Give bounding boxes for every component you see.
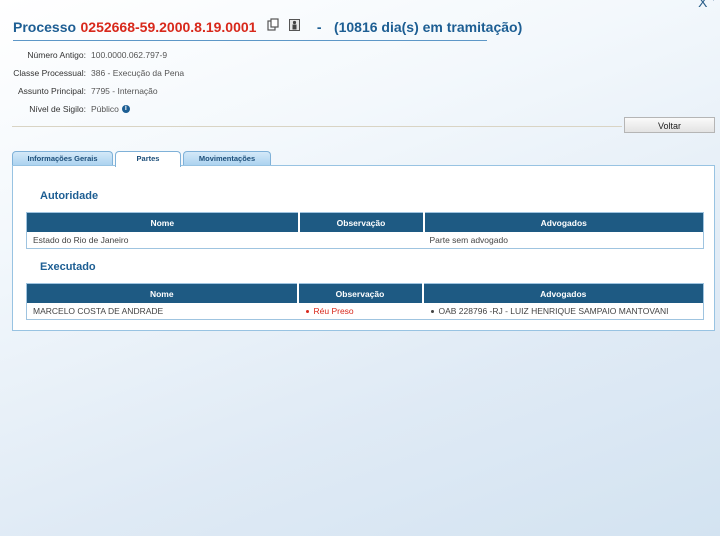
bullet-icon xyxy=(305,310,309,314)
close-extra-glyph: + xyxy=(711,0,716,3)
info-row-sigilo: Nível de Sigilo: Público i xyxy=(0,100,184,118)
tab-movimentacoes[interactable]: Movimentações xyxy=(183,151,271,166)
info-label: Assunto Principal: xyxy=(17,86,86,96)
advogado-text: OAB 228796 -RJ - LUIZ HENRIQUE SAMPAIO M… xyxy=(438,306,669,316)
process-number: 0252668-59.2000.8.19.0001 xyxy=(80,19,257,35)
title-separator: - xyxy=(316,19,322,35)
close-glyph[interactable]: X xyxy=(698,0,707,10)
close-icon[interactable]: X + xyxy=(698,0,716,10)
observacao-text: Réu Preso xyxy=(313,306,354,316)
divider xyxy=(12,126,622,127)
tab-informacoes-gerais[interactable]: Informações Gerais xyxy=(12,151,113,166)
info-label: Número Antigo: xyxy=(27,50,86,60)
info-row-numero-antigo: Número Antigo: 100.0000.062.797-9 xyxy=(0,46,184,64)
table-row: Estado do Rio de Janeiro Parte sem advog… xyxy=(27,232,704,249)
process-title-bar: Processo 0252668-59.2000.8.19.0001 - (10… xyxy=(13,18,522,41)
info-value: 386 - Execução da Pena xyxy=(91,68,185,78)
process-label: Processo xyxy=(13,19,77,35)
partes-panel: Autoridade Nome Observação Advogados Est… xyxy=(12,165,715,331)
info-label: Classe Processual: xyxy=(13,68,86,78)
column-header-observacao: Observação xyxy=(298,212,425,232)
cell-advogados: Parte sem advogado xyxy=(429,235,508,245)
autoridade-table: Nome Observação Advogados Estado do Rio … xyxy=(26,212,704,249)
table-row: MARCELO COSTA DE ANDRADE Réu Preso OAB 2… xyxy=(27,303,704,320)
copy-icon[interactable] xyxy=(267,18,279,36)
tab-partes[interactable]: Partes xyxy=(115,151,181,167)
person-icon[interactable] xyxy=(289,18,301,36)
cell-nome: MARCELO COSTA DE ANDRADE xyxy=(33,306,164,316)
bullet-icon xyxy=(430,310,434,314)
info-row-assunto: Assunto Principal: 7795 - Internação xyxy=(0,82,184,100)
cell-observacao xyxy=(299,232,424,249)
section-title-executado: Executado xyxy=(40,261,96,273)
column-header-advogados: Advogados xyxy=(422,283,704,303)
cell-advogados: OAB 228796 -RJ - LUIZ HENRIQUE SAMPAIO M… xyxy=(423,303,704,320)
table-header-row: Nome Observação Advogados xyxy=(26,283,704,303)
column-header-nome: Nome xyxy=(26,212,300,232)
process-info: Número Antigo: 100.0000.062.797-9 Classe… xyxy=(0,46,184,118)
info-label: Nível de Sigilo: xyxy=(29,104,86,114)
tab-bar: Informações Gerais Partes Movimentações xyxy=(12,151,273,167)
column-header-observacao: Observação xyxy=(297,283,424,303)
section-title-autoridade: Autoridade xyxy=(40,190,99,202)
days-in-process: (10816 dia(s) em tramitação) xyxy=(333,19,523,35)
cell-observacao: Réu Preso xyxy=(298,303,423,320)
table-header-row: Nome Observação Advogados xyxy=(26,212,704,232)
executado-table: Nome Observação Advogados MARCELO COSTA … xyxy=(26,283,704,320)
info-value: Público xyxy=(91,104,119,114)
info-value: 7795 - Internação xyxy=(91,86,158,96)
column-header-nome: Nome xyxy=(26,283,299,303)
info-value: 100.0000.062.797-9 xyxy=(91,50,168,60)
voltar-button[interactable]: Voltar xyxy=(624,117,715,133)
info-icon[interactable]: i xyxy=(121,105,130,113)
cell-nome: Estado do Rio de Janeiro xyxy=(33,235,129,245)
column-header-advogados: Advogados xyxy=(423,212,704,232)
info-row-classe: Classe Processual: 386 - Execução da Pen… xyxy=(0,64,184,82)
